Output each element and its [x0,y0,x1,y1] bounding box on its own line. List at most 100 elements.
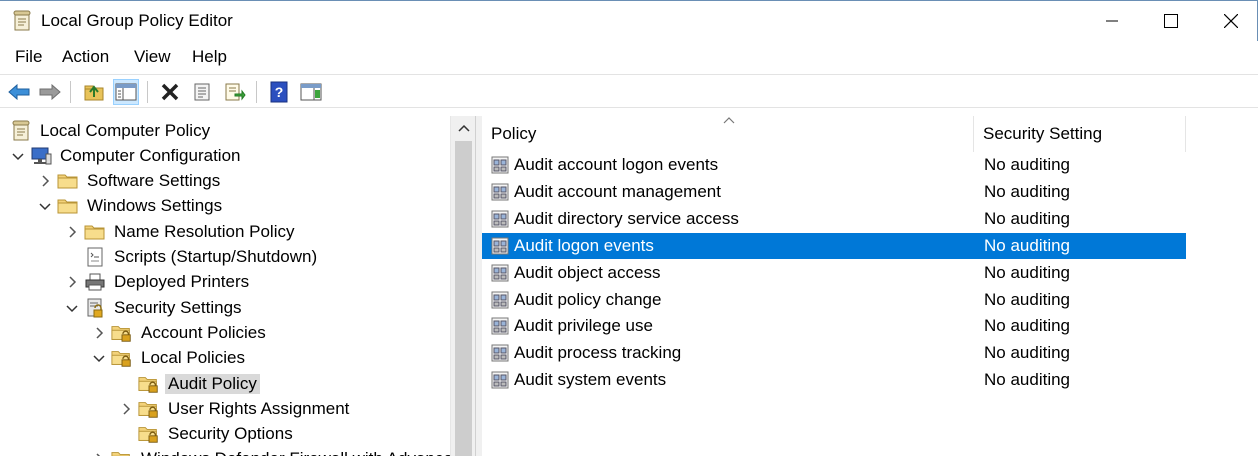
security-setting-value: No auditing [984,208,1071,228]
list-item[interactable]: Audit privilege use No auditing [482,313,1186,339]
menu-view[interactable]: View [132,47,173,67]
policy-setting-icon [490,264,510,282]
forward-button[interactable] [37,79,63,105]
policy-document-icon [10,120,32,141]
policy-name: Audit process tracking [514,343,682,363]
chevron-right-icon[interactable] [91,325,107,341]
chevron-down-icon[interactable] [91,350,107,366]
computer-icon [30,146,52,166]
list-item[interactable]: Audit directory service access No auditin… [482,206,1186,232]
tree-item-computer-configuration[interactable]: Computer Configuration [10,143,243,168]
chevron-right-icon[interactable] [37,173,53,189]
up-one-level-button[interactable] [81,79,107,105]
show-hide-console-tree-button[interactable] [113,79,139,105]
chevron-right-icon[interactable] [118,401,134,417]
toolbar-separator [70,81,71,103]
tree-item-audit-policy[interactable]: Audit Policy [118,371,260,396]
export-list-icon [225,83,246,101]
menu-help[interactable]: Help [190,47,229,67]
list-item[interactable]: Audit policy change No auditing [482,287,1186,313]
locked-folder-icon [138,424,160,444]
security-setting-value: No auditing [984,316,1071,336]
details-pane: Policy Security Setting Audit account lo… [482,116,1258,456]
list-item[interactable]: Audit account management No auditing [482,179,1186,205]
policy-setting-icon [490,183,510,201]
column-header-security-setting[interactable]: Security Setting [974,116,1186,152]
list-item[interactable]: Audit process tracking No auditing [482,340,1186,366]
toolbar: ? [0,74,1258,108]
minimize-button[interactable] [1084,1,1140,41]
locked-folder-icon [138,399,160,419]
tree-item-security-settings[interactable]: Security Settings [64,295,245,320]
tree-item-windows-defender-firewall-with-advanced-security[interactable]: Windows Defender Firewall with Advanced … [91,447,475,456]
delete-icon [161,83,179,101]
export-list-button[interactable] [222,79,248,105]
policy-setting-icon [490,371,510,389]
tree-item-user-rights-assignment[interactable]: User Rights Assignment [118,396,352,421]
tree-item-label: Security Settings [114,297,242,317]
security-setting-value: No auditing [984,155,1071,174]
close-button[interactable] [1203,1,1258,41]
policy-name: Audit account management [514,181,721,201]
tree-item-windows-settings[interactable]: Windows Settings [37,194,225,219]
tree-item-label: Windows Settings [87,196,223,216]
locked-folder-icon [138,374,160,394]
tree-item-label: Local Policies [141,348,245,368]
tree-item-label: Audit Policy [165,373,260,394]
policy-document-icon [13,10,31,31]
policy-setting-icon [490,291,510,309]
locked-folder-icon [111,323,133,343]
locked-folder-icon [111,449,133,456]
tree-item-scripts-startup-shutdown[interactable]: Scripts (Startup/Shutdown) [64,245,320,270]
chevron-down-icon[interactable] [10,148,26,164]
close-icon [1224,14,1238,28]
back-arrow-icon [8,84,30,100]
locked-folder-icon [111,348,133,368]
chevron-right-icon[interactable] [91,451,107,456]
tree-item-deployed-printers[interactable]: Deployed Printers [64,270,252,295]
folder-icon [57,196,79,216]
policy-setting-icon [490,317,510,335]
list-item[interactable]: Audit system events No auditing [482,367,1186,393]
tree-item-account-policies[interactable]: Account Policies [91,320,269,345]
tree-item-name-resolution-policy[interactable]: Name Resolution Policy [64,219,297,244]
scroll-thumb[interactable] [455,141,472,456]
tree-item-software-settings[interactable]: Software Settings [37,169,223,194]
maximize-button[interactable] [1143,1,1199,41]
delete-button[interactable] [157,79,183,105]
list-item[interactable]: Audit object access No auditing [482,260,1186,286]
tree-item-local-policies[interactable]: Local Policies [91,346,248,371]
svg-text:?: ? [275,84,284,100]
policy-name: Audit logon events [514,235,654,255]
tree-item-label: Software Settings [87,171,221,191]
security-icon [84,298,106,318]
chevron-down-icon[interactable] [37,198,53,214]
forward-arrow-icon [39,84,61,100]
scroll-up-button[interactable] [451,116,476,140]
tree-item-label: Deployed Printers [114,272,250,292]
menu-file[interactable]: File [13,47,44,67]
tree-item-label: Windows Defender Firewall with Advanced … [138,449,475,456]
tree-item-local-computer-policy[interactable]: Local Computer Policy [6,118,213,143]
printer-icon [84,272,106,292]
menu-action[interactable]: Action [60,47,111,67]
tree-scrollbar[interactable] [450,116,475,456]
properties-button[interactable] [189,79,215,105]
back-button[interactable] [6,79,32,105]
policy-name: Audit directory service access [514,208,739,228]
chevron-down-icon[interactable] [64,300,80,316]
policy-name: Audit privilege use [514,316,653,336]
list-item[interactable]: Audit account logon events No auditing [482,152,1186,178]
chevron-up-icon [457,124,470,132]
sort-ascending-icon [723,117,735,124]
help-button[interactable]: ? [266,79,292,105]
chevron-right-icon[interactable] [64,224,80,240]
chevron-right-icon[interactable] [64,274,80,290]
console-tree[interactable]: Local Computer Policy Computer Configurat… [0,116,476,456]
tree-item-security-options[interactable]: Security Options [118,422,296,447]
help-icon: ? [270,81,288,103]
list-item[interactable]: Audit logon events No auditing [482,232,1186,259]
show-hide-action-pane-button[interactable] [298,79,324,105]
up-folder-icon [84,85,104,101]
